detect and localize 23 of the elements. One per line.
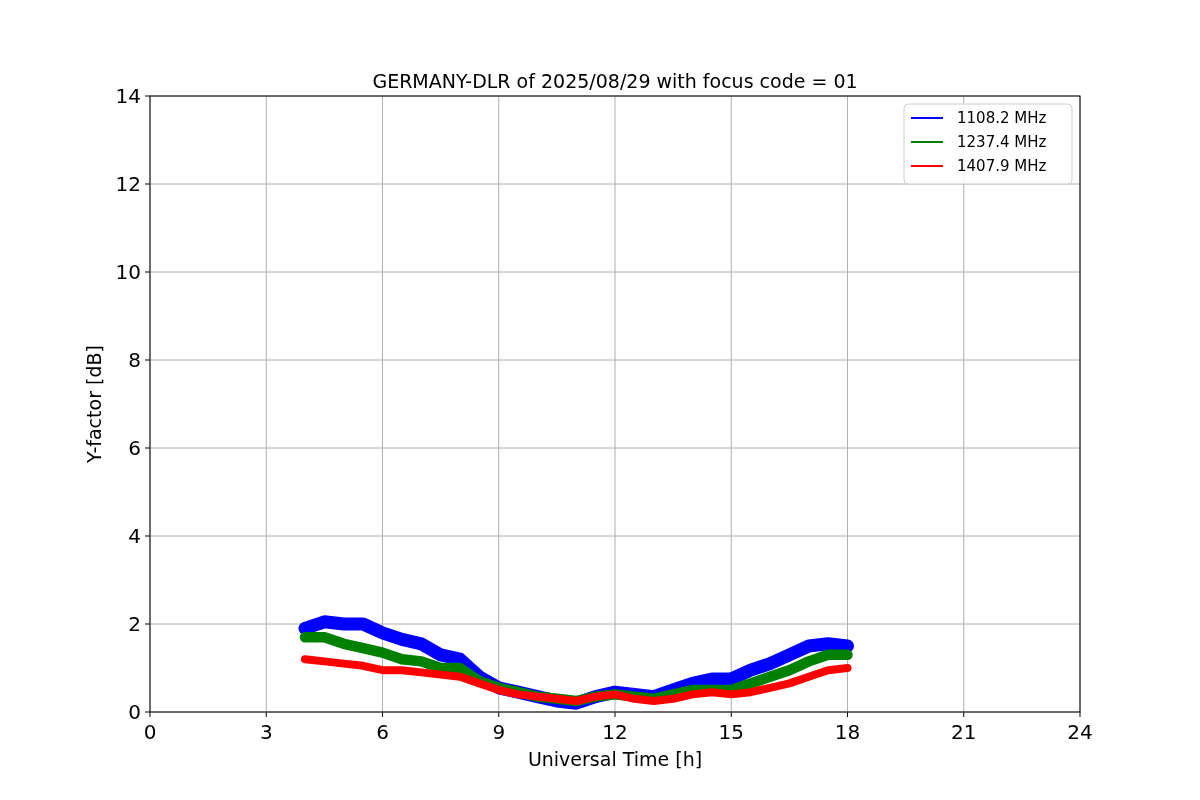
x-tick-label: 12: [602, 720, 628, 744]
y-tick-label: 2: [128, 612, 141, 636]
y-tick-label: 14: [115, 84, 141, 108]
chart-title: GERMANY-DLR of 2025/08/29 with focus code = 01: [372, 70, 858, 92]
x-tick-label: 15: [718, 720, 744, 744]
x-tick-label: 18: [834, 720, 861, 744]
x-tick-label: 24: [1067, 720, 1093, 744]
y-tick-label: 6: [128, 436, 141, 460]
y-tick-label: 8: [128, 348, 141, 372]
y-tick-label: 10: [115, 260, 141, 284]
x-tick-label: 9: [492, 720, 506, 744]
x-tick-label: 0: [143, 720, 157, 744]
y-axis-label: Y-factor [dB]: [83, 345, 105, 463]
x-tick-label: 6: [376, 720, 389, 744]
y-tick-label: 12: [115, 172, 141, 196]
x-tick-label: 21: [951, 720, 977, 744]
legend-label: 1237.4 MHz: [957, 133, 1047, 151]
y-tick-label: 0: [128, 700, 141, 724]
x-axis-label: Universal Time [h]: [527, 748, 703, 770]
y-tick-label: 4: [128, 524, 141, 548]
x-tick-label: 3: [259, 720, 273, 744]
legend-label: 1407.9 MHz: [957, 157, 1047, 175]
legend-label: 1108.2 MHz: [957, 109, 1047, 127]
